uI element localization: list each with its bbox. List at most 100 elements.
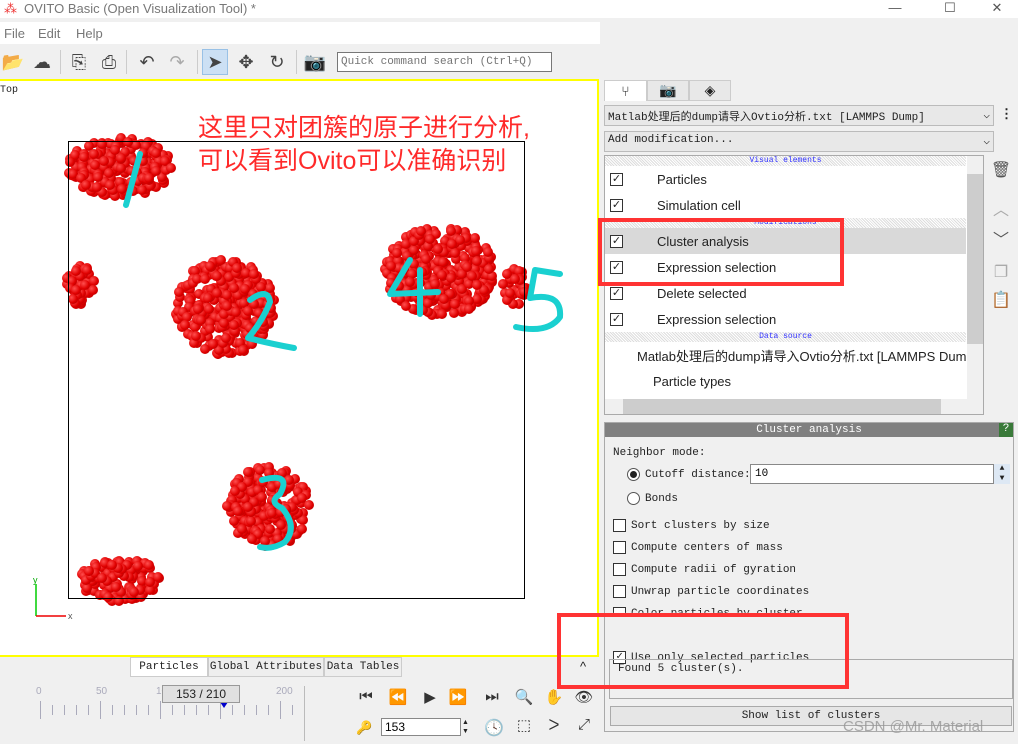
frame-spinner[interactable]: ▲ ▼ — [462, 718, 469, 736]
annotation-text: 这里只对团簇的原子进行分析, 可以看到Ovito可以准确识别 — [198, 114, 530, 175]
modifier-item[interactable]: ✓ Delete selected — [605, 280, 966, 306]
checkbox[interactable]: ✓ — [610, 234, 623, 248]
camera-icon: 📷 — [659, 82, 677, 98]
modifier-item[interactable]: ✓ Expression selection — [605, 306, 966, 332]
timeline-tick-label: 200 — [276, 686, 293, 697]
first-frame-icon[interactable]: ⏮ — [354, 688, 378, 710]
timeline-marker[interactable] — [219, 702, 228, 712]
checkbox[interactable]: ✓ — [610, 172, 623, 186]
section-visual-elements: Visual elements — [605, 156, 966, 166]
option-checkbox[interactable]: Compute centers of mass — [613, 541, 783, 554]
horizontal-scrollbar[interactable] — [605, 399, 983, 414]
vertical-scrollbar[interactable] — [967, 156, 983, 399]
quick-command-search[interactable] — [337, 52, 552, 72]
checkbox[interactable]: ✓ — [610, 260, 623, 274]
axis-tripod: yx — [33, 576, 73, 621]
orbit-icon[interactable]: 👁 — [572, 688, 596, 710]
tab-global-attributes[interactable]: Global Attributes — [208, 657, 324, 677]
checkbox[interactable]: ✓ — [610, 198, 623, 212]
bonds-radio[interactable]: Bonds — [627, 492, 678, 505]
option-checkbox[interactable]: Unwrap particle coordinates — [613, 585, 809, 598]
visual-item[interactable]: ✓ Particles — [605, 166, 966, 192]
tab-data-tables[interactable]: Data Tables — [324, 657, 402, 677]
title-bar: ⁂ OVITO Basic (Open Visualization Tool) … — [0, 0, 1018, 18]
menu-edit[interactable]: Edit — [38, 26, 60, 41]
cluster-analysis-panel: Cluster analysis ? Neighbor mode: Cutoff… — [604, 422, 1014, 732]
cutoff-radio[interactable]: Cutoff distance: — [627, 468, 751, 481]
clipboard-icon[interactable]: 📋 — [990, 290, 1012, 310]
download-icon[interactable]: ☁ — [29, 49, 55, 75]
data-particle-types[interactable]: Particle types — [605, 368, 966, 394]
select-mode-icon[interactable]: ➤ — [202, 49, 228, 75]
zoom-icon[interactable]: 🔍 — [512, 688, 536, 710]
data-source-file[interactable]: Matlab处理后的dump请导入Ovtio分析.txt [LAMMPS Dum… — [605, 342, 974, 368]
option-checkbox[interactable]: Compute radii of gyration — [613, 563, 796, 576]
copy-icon[interactable]: ❐ — [990, 262, 1012, 282]
cutoff-distance-input[interactable] — [750, 464, 994, 484]
expand-icon[interactable]: ^ — [580, 659, 586, 674]
key-icon[interactable]: 🔑 — [356, 720, 372, 736]
tab-render[interactable]: 📷 — [647, 80, 689, 101]
cutoff-spinner[interactable]: ▲ ▼ — [994, 464, 1010, 484]
svg-text:x: x — [68, 611, 73, 621]
panel-title: Cluster analysis — [605, 423, 1013, 437]
pan-icon[interactable]: ✋ — [542, 688, 566, 710]
visual-item[interactable]: ✓ Simulation cell — [605, 192, 966, 218]
export-icon[interactable]: ⎙ — [96, 49, 122, 75]
option-checkbox[interactable]: Sort clusters by size — [613, 519, 770, 532]
pipeline-source-combo[interactable]: Matlab处理后的dump请导入Ovtio分析.txt [LAMMPS Dum… — [604, 105, 994, 126]
tab-particles[interactable]: Particles — [130, 657, 208, 677]
ovito-logo-icon: ⁂ — [4, 1, 17, 16]
last-frame-icon[interactable]: ⏭ — [480, 688, 504, 710]
rotate-icon[interactable]: ↻ — [264, 49, 290, 75]
close-button[interactable]: ✕ — [982, 0, 1012, 16]
checkbox[interactable]: ✓ — [610, 286, 623, 300]
animation-timeline[interactable]: 050100150200 153 / 210 — [0, 683, 305, 733]
pipeline-editor[interactable]: Visual elements ✓ Particles ✓ Simulation ce… — [604, 155, 984, 415]
tab-pipeline[interactable]: ⑂ — [604, 80, 647, 101]
layers-icon: ◈ — [704, 82, 716, 98]
menu-help[interactable]: Help — [76, 26, 103, 41]
delete-icon[interactable]: 🗑 — [990, 160, 1012, 180]
play-icon[interactable]: ▶ — [418, 688, 442, 710]
help-button[interactable]: ? — [999, 423, 1013, 437]
watermark: CSDN @Mr. Material — [843, 718, 984, 735]
prev-frame-icon[interactable]: ⏪ — [386, 688, 410, 710]
zoom-scene-icon[interactable]: ⬚ — [512, 716, 536, 738]
move-up-icon[interactable]: ︿ — [990, 196, 1012, 220]
modifier-item[interactable]: ✓ Expression selection — [605, 254, 966, 280]
timeline-tick-label: 0 — [36, 686, 42, 697]
simulation-cell — [68, 141, 525, 599]
import-icon[interactable]: ⎘ — [66, 49, 92, 75]
fov-icon[interactable]: ᐳ — [542, 716, 566, 738]
maximize-button[interactable]: ☐ — [935, 0, 965, 16]
next-frame-icon[interactable]: ⏩ — [446, 688, 470, 710]
camera-icon[interactable]: 📷 — [302, 49, 328, 75]
clock-icon[interactable]: 🕓 — [484, 718, 504, 738]
option-checkbox[interactable]: Color particles by cluster — [613, 607, 803, 613]
viewport-top[interactable]: Top 这里只对团簇的原子进行分析, 可以看到Ovito可以准确识别 yx — [0, 79, 599, 657]
move-down-icon[interactable]: ﹀ — [990, 226, 1012, 250]
menu-file[interactable]: File — [4, 26, 25, 41]
chevron-down-icon: ⌵ — [983, 136, 990, 148]
checkbox[interactable]: ✓ — [610, 312, 623, 326]
tab-layers[interactable]: ◈ — [689, 80, 731, 101]
more-options-icon[interactable]: ⋮ — [1000, 106, 1013, 122]
redo-icon[interactable]: ↷ — [164, 49, 190, 75]
chevron-down-icon: ⌵ — [983, 110, 990, 122]
frame-input[interactable] — [381, 718, 461, 736]
pipeline-icon: ⑂ — [621, 83, 630, 99]
move-icon[interactable]: ✥ — [233, 49, 259, 75]
status-text: Found 5 cluster(s). — [618, 663, 744, 675]
window-title: OVITO Basic (Open Visualization Tool) * — [24, 1, 256, 16]
frame-display[interactable]: 153 / 210 — [162, 685, 240, 703]
add-modification-combo[interactable]: Add modification... ⌵ — [604, 131, 994, 152]
minimize-button[interactable]: — — [880, 0, 910, 16]
menu-bar: File Edit Help — [0, 22, 600, 44]
maximize-viewport-icon[interactable]: ⤢ — [572, 716, 596, 738]
svg-text:y: y — [33, 576, 38, 585]
modifier-item[interactable]: ✓ Cluster analysis — [605, 228, 966, 254]
open-file-icon[interactable]: 📂 — [0, 49, 26, 75]
undo-icon[interactable]: ↶ — [134, 49, 160, 75]
section-modifications: Modifications — [605, 218, 966, 228]
